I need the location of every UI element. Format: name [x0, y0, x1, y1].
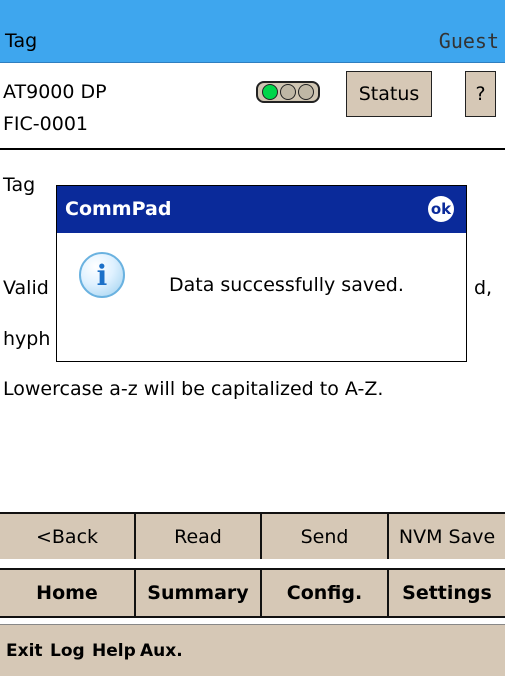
- led-green-icon: [262, 84, 278, 100]
- read-button[interactable]: Read: [136, 512, 262, 559]
- dialog-message: Data successfully saved.: [169, 274, 404, 296]
- help-text-line-end: d,: [474, 277, 493, 299]
- back-button[interactable]: <Back: [0, 512, 136, 559]
- nav-summary[interactable]: Summary: [136, 568, 262, 618]
- nvm-save-button[interactable]: NVM Save: [389, 512, 505, 559]
- nav-settings[interactable]: Settings: [389, 568, 505, 618]
- menu-aux[interactable]: Aux.: [140, 641, 183, 661]
- device-tag: FIC-0001: [3, 113, 89, 135]
- dialog-title: CommPad: [65, 198, 172, 220]
- ok-button[interactable]: ok: [428, 196, 454, 222]
- send-button[interactable]: Send: [262, 512, 389, 559]
- action-bar: <Back Read Send NVM Save: [0, 512, 505, 559]
- bottom-menu: Exit Log Help Aux.: [0, 624, 505, 676]
- screen-title: Tag: [5, 30, 38, 52]
- nav-bar: Home Summary Config. Settings: [0, 568, 505, 618]
- status-button[interactable]: Status: [346, 71, 432, 117]
- nav-config[interactable]: Config.: [262, 568, 389, 618]
- menu-exit[interactable]: Exit: [6, 641, 43, 661]
- help-text-line: hyph: [3, 328, 51, 350]
- menu-help[interactable]: Help: [92, 641, 136, 661]
- help-text-line: Lowercase a-z will be capitalized to A-Z…: [3, 378, 384, 400]
- info-icon: i: [79, 252, 125, 298]
- user-label: Guest: [438, 29, 499, 53]
- device-model: AT9000 DP: [3, 81, 107, 103]
- spacer: [0, 559, 505, 568]
- status-indicator-icon: [256, 81, 320, 103]
- title-bar: Tag Guest: [0, 0, 505, 63]
- dialog-header: CommPad ok: [57, 186, 466, 233]
- field-label: Tag: [3, 174, 36, 196]
- led-off-icon: [280, 84, 296, 100]
- help-text-line: Valid: [3, 277, 49, 299]
- led-off-icon: [298, 84, 314, 100]
- message-dialog: CommPad ok i Data successfully saved.: [56, 185, 467, 362]
- help-button[interactable]: ?: [465, 71, 496, 117]
- menu-log[interactable]: Log: [50, 641, 85, 661]
- nav-home[interactable]: Home: [0, 568, 136, 618]
